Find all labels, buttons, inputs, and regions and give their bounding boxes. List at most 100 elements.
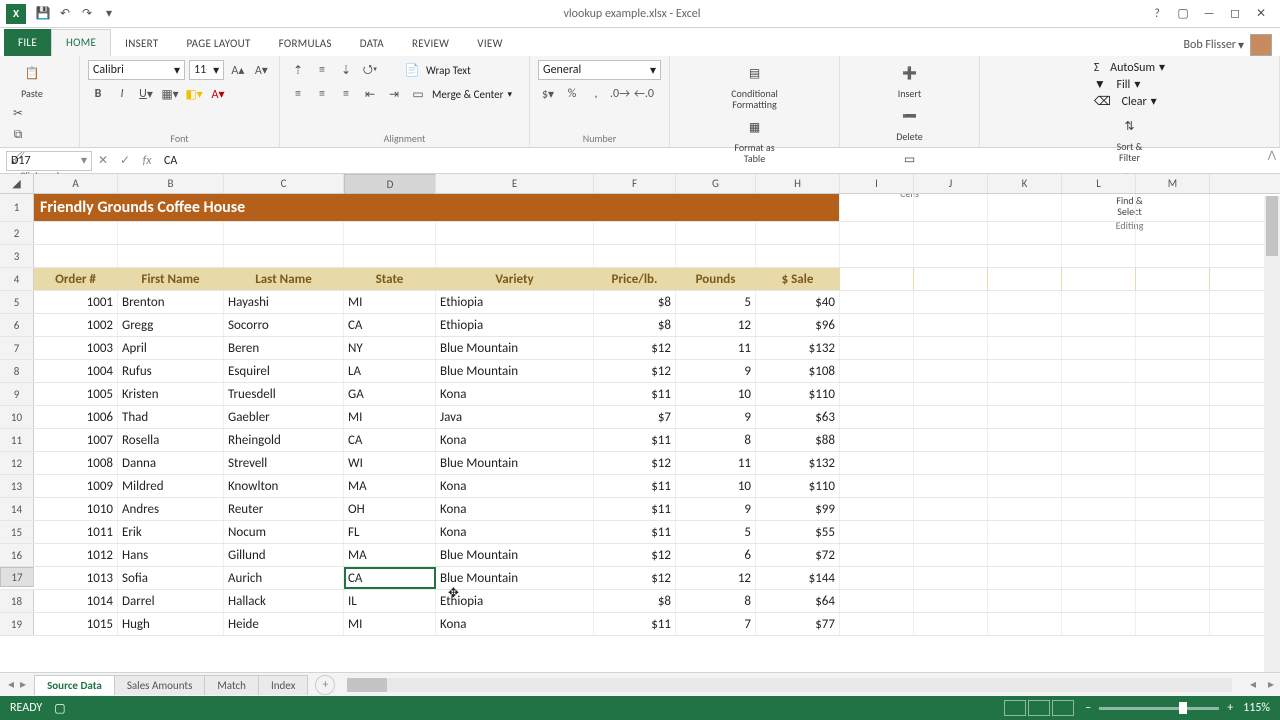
cell[interactable] (1062, 567, 1136, 589)
cell[interactable] (914, 521, 988, 543)
cell[interactable]: GA (344, 383, 436, 405)
cell[interactable] (34, 222, 118, 244)
tab-insert[interactable]: INSERT (111, 31, 172, 56)
cell[interactable] (1062, 222, 1136, 244)
cell[interactable]: Hans (118, 544, 224, 566)
close-icon[interactable]: ✕ (1248, 4, 1274, 24)
cell[interactable]: Gillund (224, 544, 344, 566)
cell[interactable] (914, 475, 988, 497)
normal-view-icon[interactable] (1004, 700, 1026, 716)
cell[interactable]: Ethiopia (436, 314, 594, 336)
cell[interactable]: 1003 (34, 337, 118, 359)
cell[interactable] (988, 268, 1062, 290)
cell[interactable]: 1009 (34, 475, 118, 497)
sheet-tab[interactable]: Sales Amounts (114, 675, 206, 695)
fx-icon[interactable]: fx (136, 154, 158, 168)
zoom-slider[interactable] (1099, 707, 1219, 710)
cell[interactable]: MA (344, 544, 436, 566)
cell[interactable] (840, 429, 914, 451)
cell[interactable] (1062, 613, 1136, 635)
cell[interactable]: Truesdell (224, 383, 344, 405)
cell[interactable]: 10 (676, 475, 756, 497)
cell[interactable]: Java (436, 406, 594, 428)
cell[interactable]: Hayashi (224, 291, 344, 313)
row-header[interactable]: 17 (0, 567, 34, 587)
cell[interactable]: Blue Mountain (436, 567, 594, 589)
cell[interactable] (1062, 360, 1136, 382)
cell[interactable]: CA (344, 429, 436, 451)
cell[interactable] (1136, 406, 1210, 428)
cell[interactable] (988, 429, 1062, 451)
cell[interactable]: IL (344, 590, 436, 612)
cell[interactable] (988, 475, 1062, 497)
cell[interactable] (988, 452, 1062, 474)
cell[interactable]: $110 (756, 475, 840, 497)
font-size-select[interactable]: 11▾ (189, 60, 224, 80)
cell[interactable]: 7 (676, 613, 756, 635)
cell[interactable]: $110 (756, 383, 840, 405)
cell[interactable] (1136, 613, 1210, 635)
redo-icon[interactable]: ↷ (77, 4, 97, 24)
cell[interactable] (988, 314, 1062, 336)
row-header[interactable]: 14 (0, 498, 34, 520)
cell[interactable]: Hugh (118, 613, 224, 635)
row-header[interactable]: 4 (0, 268, 34, 290)
zoom-out-icon[interactable]: – (1085, 701, 1091, 715)
cell[interactable] (1136, 590, 1210, 612)
align-top-icon[interactable]: ⇡ (288, 60, 308, 80)
decrease-indent-icon[interactable]: ⇤ (360, 84, 380, 104)
cell[interactable] (988, 337, 1062, 359)
cell[interactable]: Last Name (224, 268, 344, 290)
cell[interactable] (988, 590, 1062, 612)
cell[interactable]: Darrel (118, 590, 224, 612)
cell[interactable]: 11 (676, 337, 756, 359)
cell[interactable] (1062, 544, 1136, 566)
cell[interactable]: First Name (118, 268, 224, 290)
cell[interactable] (840, 194, 914, 221)
minimize-icon[interactable]: — (1196, 4, 1222, 24)
cell[interactable] (756, 245, 840, 267)
select-all-corner[interactable]: ◢ (0, 174, 34, 193)
cell[interactable] (914, 245, 988, 267)
maximize-icon[interactable]: ◻ (1222, 4, 1248, 24)
cell[interactable]: Variety (436, 268, 594, 290)
cell[interactable]: $12 (594, 360, 676, 382)
italic-icon[interactable]: I (112, 84, 132, 104)
cell[interactable] (344, 222, 436, 244)
column-header-A[interactable]: A (34, 174, 118, 193)
clear-button[interactable]: ⌫ Clear▾ (1094, 94, 1165, 109)
cell[interactable] (840, 245, 914, 267)
cell[interactable]: $144 (756, 567, 840, 589)
cell[interactable]: Kristen (118, 383, 224, 405)
zoom-level[interactable]: 115% (1243, 701, 1270, 715)
cell[interactable] (1062, 291, 1136, 313)
cell[interactable] (1136, 194, 1210, 221)
cell[interactable]: $77 (756, 613, 840, 635)
underline-icon[interactable]: U▾ (136, 84, 156, 104)
cell[interactable]: CA (344, 567, 436, 589)
cell[interactable] (840, 314, 914, 336)
increase-decimal-icon[interactable]: .0→ (610, 84, 630, 104)
cell[interactable]: $ Sale (756, 268, 840, 290)
cell[interactable]: 1014 (34, 590, 118, 612)
bold-icon[interactable]: B (88, 84, 108, 104)
cell[interactable] (1136, 567, 1210, 589)
cell[interactable]: 8 (676, 590, 756, 612)
cell[interactable]: 1012 (34, 544, 118, 566)
cell[interactable]: $11 (594, 475, 676, 497)
font-color-icon[interactable]: A▾ (208, 84, 228, 104)
row-header[interactable]: 18 (0, 590, 34, 612)
cell[interactable] (840, 521, 914, 543)
cell[interactable]: $8 (594, 590, 676, 612)
cell[interactable]: 5 (676, 291, 756, 313)
column-header-M[interactable]: M (1136, 174, 1210, 193)
cell[interactable]: Pounds (676, 268, 756, 290)
cell[interactable]: $63 (756, 406, 840, 428)
cell[interactable]: Ethiopia (436, 291, 594, 313)
cell[interactable] (840, 291, 914, 313)
cell[interactable]: Kona (436, 498, 594, 520)
cell[interactable]: Strevell (224, 452, 344, 474)
cell[interactable] (436, 222, 594, 244)
cell[interactable]: 1007 (34, 429, 118, 451)
cell[interactable] (840, 268, 914, 290)
